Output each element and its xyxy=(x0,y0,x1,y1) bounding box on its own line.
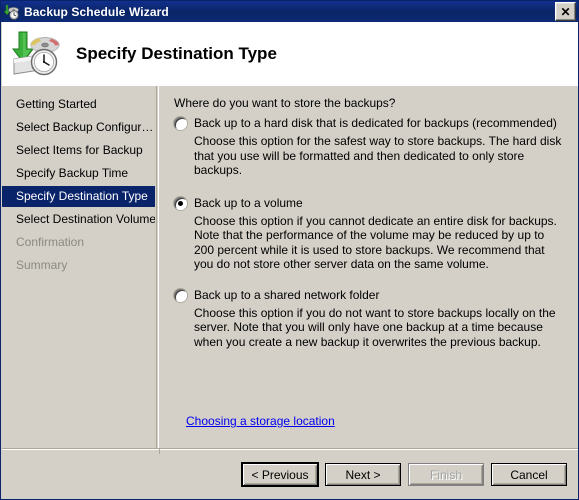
radio-shared-network-folder[interactable] xyxy=(174,288,187,302)
sidebar-item-specify-destination-type[interactable]: Specify Destination Type xyxy=(2,186,155,207)
option-hard-disk-label: Back up to a hard disk that is dedicated… xyxy=(194,116,557,130)
sidebar-item-confirmation: Confirmation xyxy=(16,235,85,249)
wizard-step-list: Getting Started Select Backup Configur… … xyxy=(2,86,159,449)
sidebar-item-select-backup-configuration[interactable]: Select Backup Configur… xyxy=(2,117,155,138)
radio-hard-disk[interactable] xyxy=(174,117,187,130)
page-title: Specify Destination Type xyxy=(76,44,277,63)
option-volume-label: Back up to a volume xyxy=(194,195,303,210)
cancel-button[interactable]: Cancel xyxy=(491,463,567,486)
option-shared-network-folder-description: Choose this option if you do not want to… xyxy=(194,305,556,349)
wizard-header: Specify Destination Type xyxy=(2,22,578,86)
option-volume[interactable]: Back up to a volume Choose this option i… xyxy=(174,196,567,272)
button-row: < Previous Next > Finish Cancel xyxy=(241,462,567,487)
sidebar-item-specify-backup-time[interactable]: Specify Backup Time xyxy=(2,163,155,184)
option-shared-network-folder[interactable]: Back up to a shared network folder Choos… xyxy=(174,288,567,350)
option-volume-description: Choose this option if you cannot dedicat… xyxy=(194,213,557,272)
sidebar-item-select-items-for-backup[interactable]: Select Items for Backup xyxy=(2,140,155,161)
footer-divider xyxy=(159,449,160,454)
choosing-a-storage-location-link[interactable]: Choosing a storage location xyxy=(186,414,335,428)
option-shared-network-folder-label: Back up to a shared network folder xyxy=(194,287,380,302)
wizard-body: Getting Started Select Backup Configur… … xyxy=(2,86,578,449)
window-title: Backup Schedule Wizard xyxy=(24,4,169,19)
backup-schedule-wizard-window: Backup Schedule Wizard ✕ Specify Destina… xyxy=(0,0,579,500)
close-icon[interactable]: ✕ xyxy=(555,2,576,21)
destination-type-pane: Where do you want to store the backups? … xyxy=(161,86,578,449)
finish-button: Finish xyxy=(408,463,484,486)
sidebar-item-getting-started[interactable]: Getting Started xyxy=(2,94,155,115)
option-volume-header[interactable]: Back up to a volume xyxy=(174,196,567,210)
title-bar: Backup Schedule Wizard ✕ xyxy=(1,1,578,22)
sidebar-item-summary: Summary xyxy=(16,258,68,272)
backup-disk-clock-icon xyxy=(10,29,66,79)
wizard-footer: < Previous Next > Finish Cancel xyxy=(2,448,578,499)
previous-button[interactable]: < Previous xyxy=(241,462,319,487)
radio-volume[interactable] xyxy=(174,196,187,210)
option-hard-disk[interactable]: Back up to a hard disk that is dedicated… xyxy=(174,116,567,178)
option-hard-disk-description: Choose this option for the safest way to… xyxy=(194,134,562,177)
backup-schedule-icon xyxy=(3,4,20,20)
sidebar-item-select-destination-volume[interactable]: Select Destination Volume xyxy=(2,209,155,230)
option-hard-disk-header[interactable]: Back up to a hard disk that is dedicated… xyxy=(174,116,567,130)
prompt-text: Where do you want to store the backups? xyxy=(174,96,396,110)
next-button[interactable]: Next > xyxy=(325,463,401,486)
option-shared-network-folder-header[interactable]: Back up to a shared network folder xyxy=(174,288,567,302)
help-link-container: Choosing a storage location xyxy=(186,412,335,430)
